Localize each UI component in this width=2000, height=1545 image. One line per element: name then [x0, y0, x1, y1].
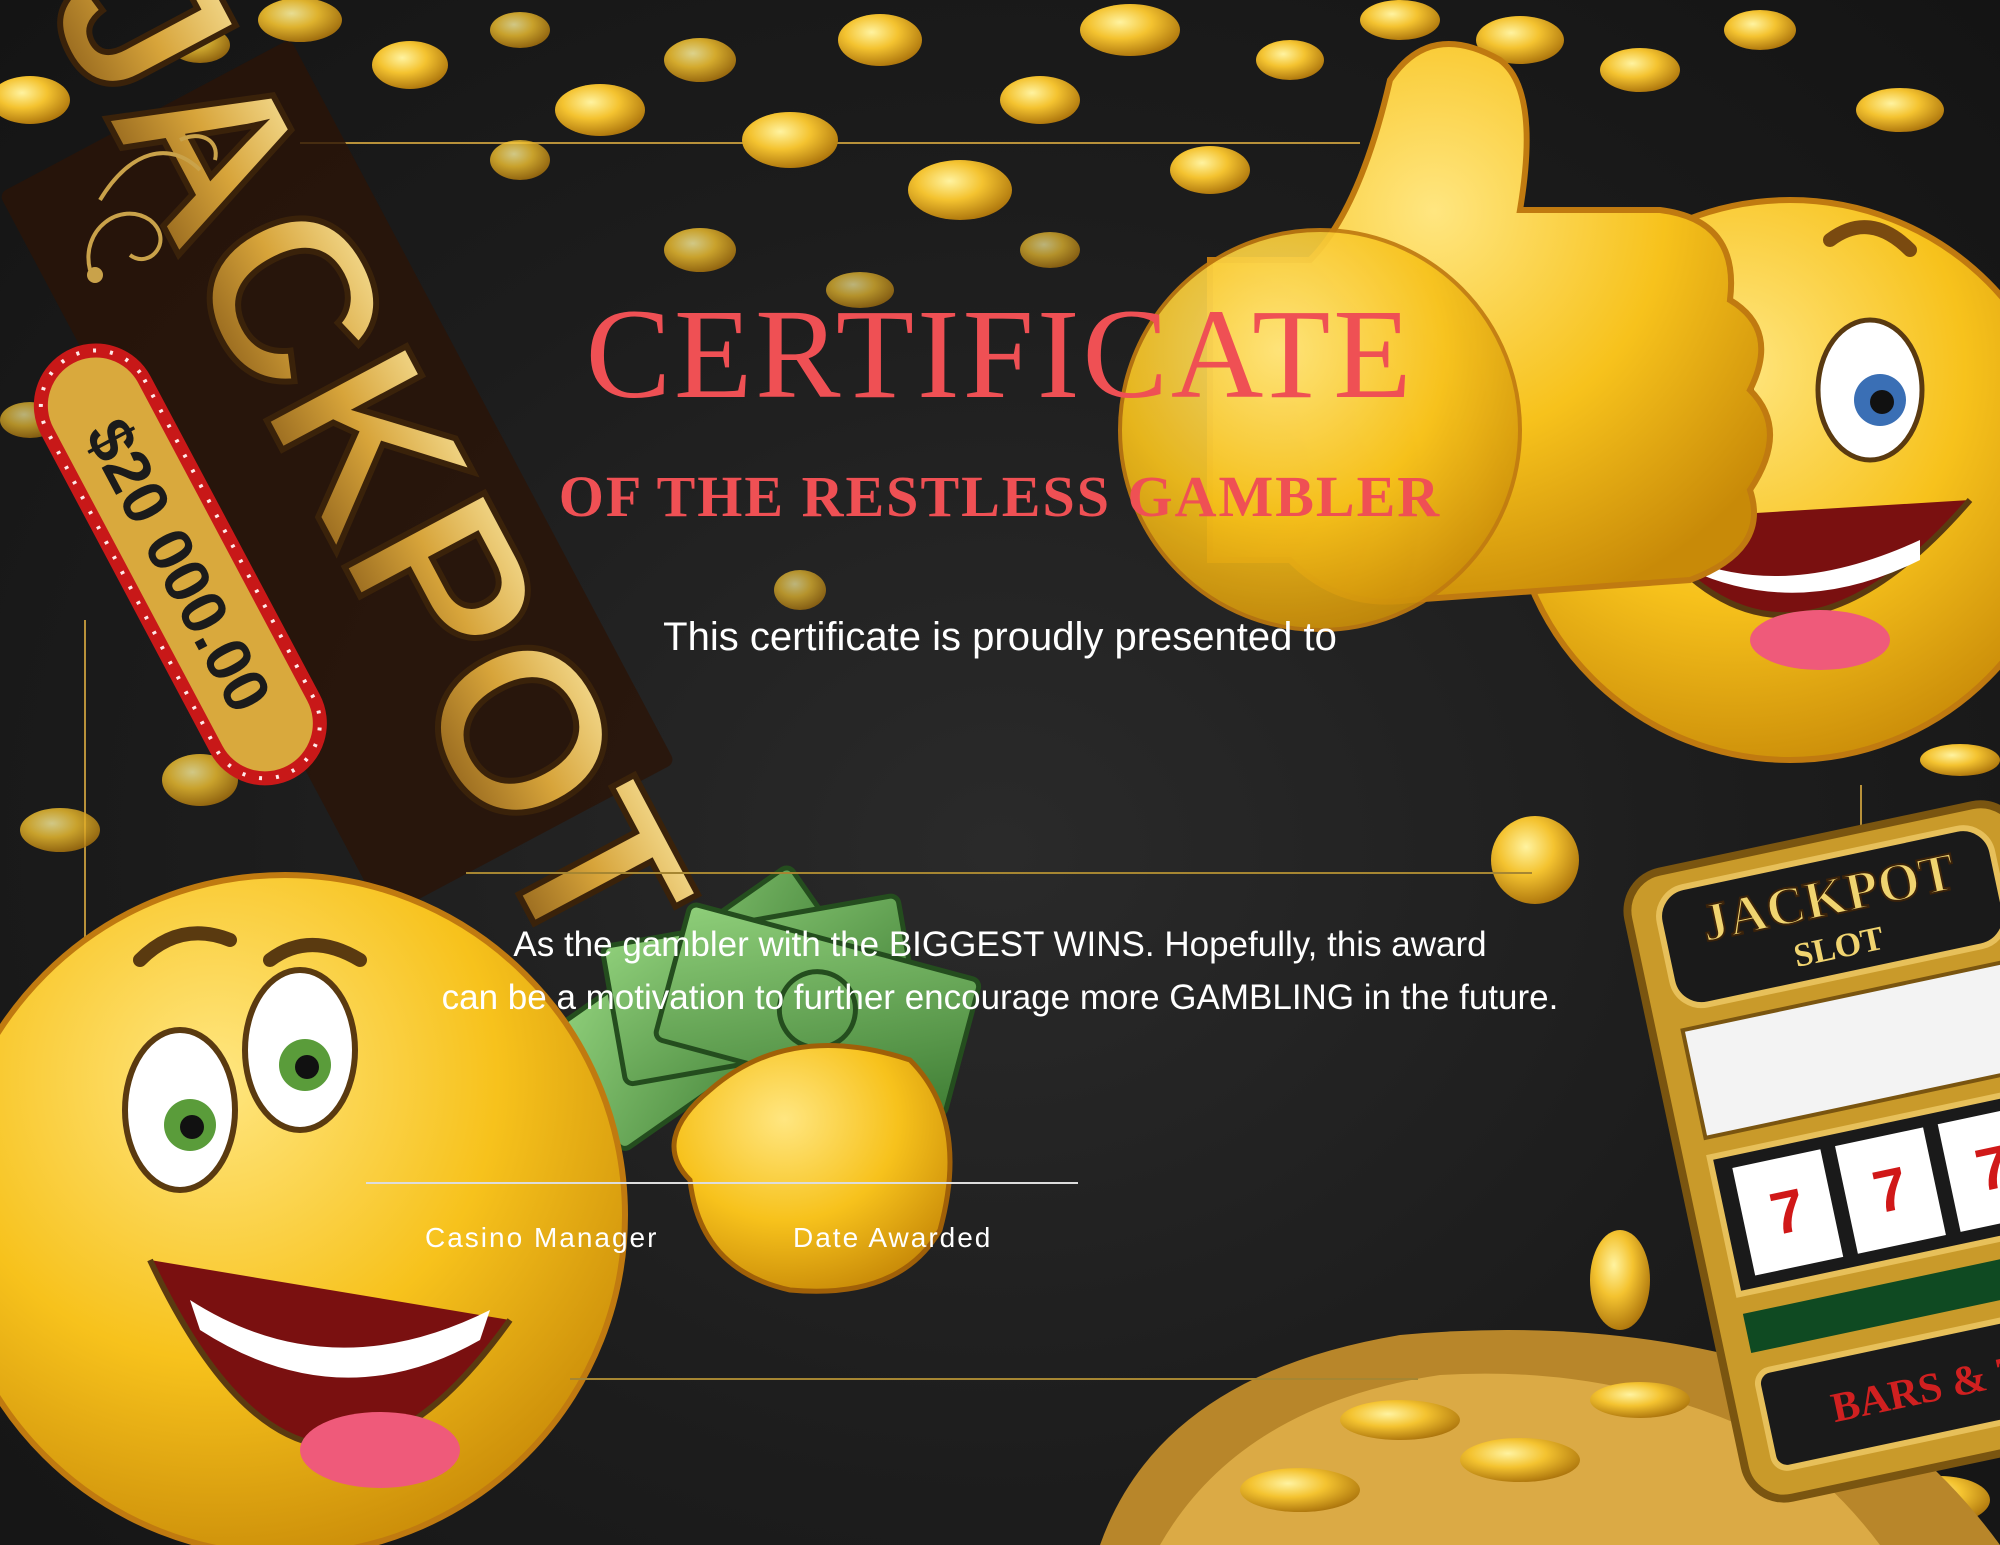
date-awarded-label: Date Awarded — [793, 1222, 993, 1253]
presented-to-text: This certificate is proudly presented to — [663, 615, 1337, 659]
award-description: As the gambler with the BIGGEST WINS. Ho… — [330, 918, 1670, 1024]
bottom-frame-line — [570, 1378, 1418, 1380]
award-description-line-2: can be a motivation to further encourage… — [441, 978, 1559, 1017]
recipient-name-line — [466, 872, 1532, 874]
casino-manager-label: Casino Manager — [425, 1222, 659, 1253]
certificate-canvas: JACKPOT $20 000.00 JACKPOT SLOT 7 7 7 BA… — [0, 0, 2000, 1545]
slot-machine: JACKPOT SLOT 7 7 7 BARS & 7s — [1100, 800, 2000, 1545]
certificate-subtitle: OF THE RESTLESS GAMBLER — [558, 464, 1442, 529]
signature-line — [366, 1182, 1078, 1184]
award-description-line-1: As the gambler with the BIGGEST WINS. Ho… — [513, 925, 1487, 964]
certificate-title: CERTIFICATE — [585, 283, 1415, 425]
